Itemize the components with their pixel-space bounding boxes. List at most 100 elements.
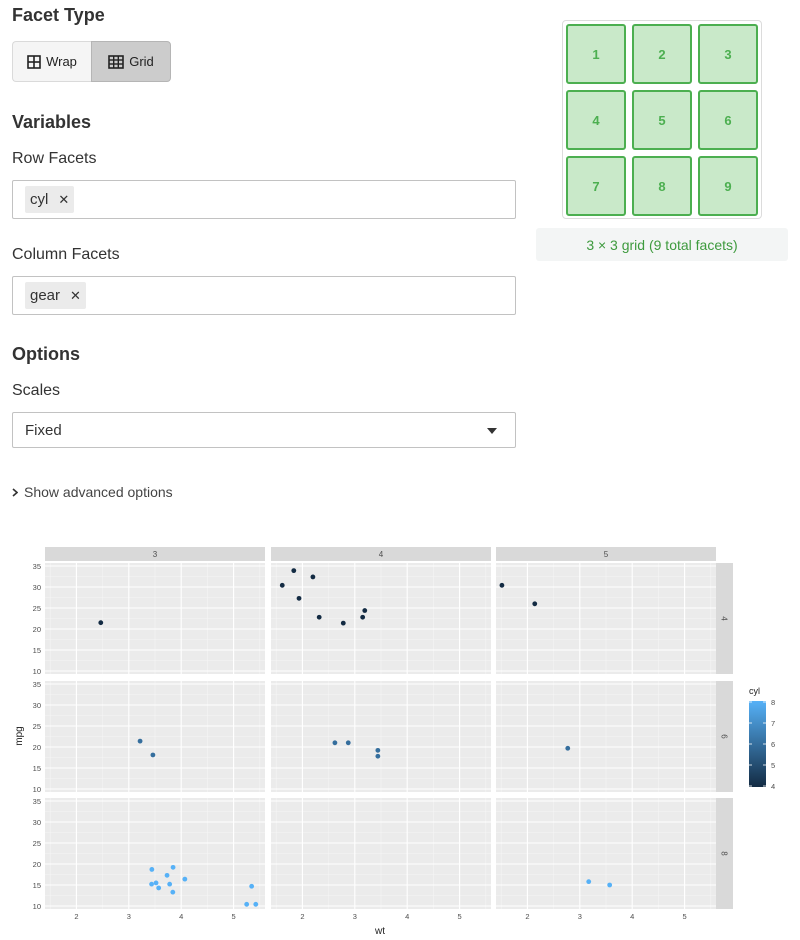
x-tick-label: 4 [405,912,409,921]
data-point [244,901,250,907]
column-facet-tag: gear ✕ [25,282,86,309]
wrap-button[interactable]: Wrap [12,41,91,82]
data-point [345,740,351,746]
row-strip-label: 4 [720,616,729,621]
row-facet-tag-label: cyl [30,191,49,208]
legend-tick-label: 7 [771,719,775,728]
scales-select[interactable]: Fixed [12,412,516,448]
x-axis-title: wt [374,926,385,937]
data-point [156,885,162,891]
x-tick-label: 5 [457,912,461,921]
data-point [332,740,338,746]
legend-title: cyl [749,686,760,696]
x-tick-label: 4 [179,912,183,921]
y-tick-label: 30 [33,818,41,827]
legend-tick-label: 5 [771,761,775,770]
column-facets-select[interactable]: gear ✕ [12,276,516,315]
preview-cell: 4 [566,90,626,150]
facet-type-toggle: Wrap Grid [12,41,171,82]
y-tick-label: 10 [33,902,41,911]
row-facet-tag: cyl ✕ [25,186,75,213]
data-point [291,568,297,574]
y-tick-label: 15 [33,646,41,655]
facet-type-heading: Facet Type [12,5,105,25]
x-tick-label: 3 [578,912,582,921]
legend-tick-label: 6 [771,740,775,749]
row-strip-label: 8 [720,851,729,856]
data-point [499,582,505,588]
scales-label: Scales [12,382,61,399]
remove-row-facet-icon[interactable]: ✕ [58,192,69,208]
row-facets-select[interactable]: cyl ✕ [12,180,516,219]
data-point [532,601,538,607]
show-advanced-options-toggle[interactable]: Show advanced options [12,484,173,500]
x-tick-label: 5 [682,912,686,921]
y-tick-label: 25 [33,722,41,731]
grid-preview-caption: 3 × 3 grid (9 total facets) [536,228,788,261]
column-strip-label: 3 [153,550,158,559]
grid-icon [108,54,125,69]
wrap-button-label: Wrap [46,54,77,69]
column-strip-label: 4 [379,550,384,559]
data-point [340,620,346,626]
row-strip-label: 6 [720,734,729,739]
data-point [249,883,255,889]
data-point [586,879,592,885]
data-point [253,901,259,907]
x-tick-label: 3 [353,912,357,921]
y-tick-label: 20 [33,625,41,634]
grid-button[interactable]: Grid [91,41,171,82]
y-tick-label: 35 [33,680,41,689]
y-tick-label: 35 [33,562,41,571]
x-tick-label: 4 [630,912,634,921]
options-heading: Options [12,344,80,364]
scales-select-value: Fixed [25,421,62,439]
data-point [607,882,613,888]
data-point [164,872,170,878]
show-advanced-options-label: Show advanced options [24,484,173,500]
facet-scatter-plot: 3 4 54681015202530351015202530351015202530… [14,547,775,937]
facet-grid-preview: 1 2 3 4 5 6 7 8 9 [562,20,762,219]
data-point [362,608,368,613]
data-point [150,752,156,758]
chevron-right-icon [12,487,18,497]
x-tick-label: 5 [231,912,235,921]
data-point [375,747,381,753]
preview-cell: 9 [698,156,758,216]
column-strip-label: 5 [604,550,609,559]
data-point [170,889,176,895]
preview-cell: 1 [566,24,626,84]
data-point [182,876,188,882]
data-point [137,738,143,744]
x-tick-label: 3 [127,912,131,921]
y-tick-label: 15 [33,764,41,773]
y-tick-label: 30 [33,701,41,710]
y-axis-title: mpg [14,726,25,745]
data-point [153,880,159,886]
y-tick-label: 25 [33,839,41,848]
data-point [296,595,302,601]
y-tick-label: 15 [33,881,41,890]
wrap-icon [27,54,41,69]
preview-cell: 3 [698,24,758,84]
data-point [149,881,154,887]
data-point [375,753,381,759]
data-point [310,574,316,580]
preview-cell: 7 [566,156,626,216]
legend-tick-label: 8 [771,698,775,707]
x-tick-label: 2 [300,912,304,921]
preview-cell: 2 [632,24,692,84]
data-point [360,614,366,620]
data-point [565,745,571,751]
y-tick-label: 30 [33,583,41,592]
preview-cell: 8 [632,156,692,216]
column-facet-tag-label: gear [30,287,61,304]
data-point [170,864,176,870]
caret-down-icon [487,428,497,434]
remove-column-facet-icon[interactable]: ✕ [70,288,81,304]
data-point [167,881,173,887]
y-tick-label: 35 [33,797,41,806]
y-tick-label: 10 [33,667,41,676]
legend-tick-label: 4 [771,782,775,791]
y-tick-label: 20 [33,860,41,869]
